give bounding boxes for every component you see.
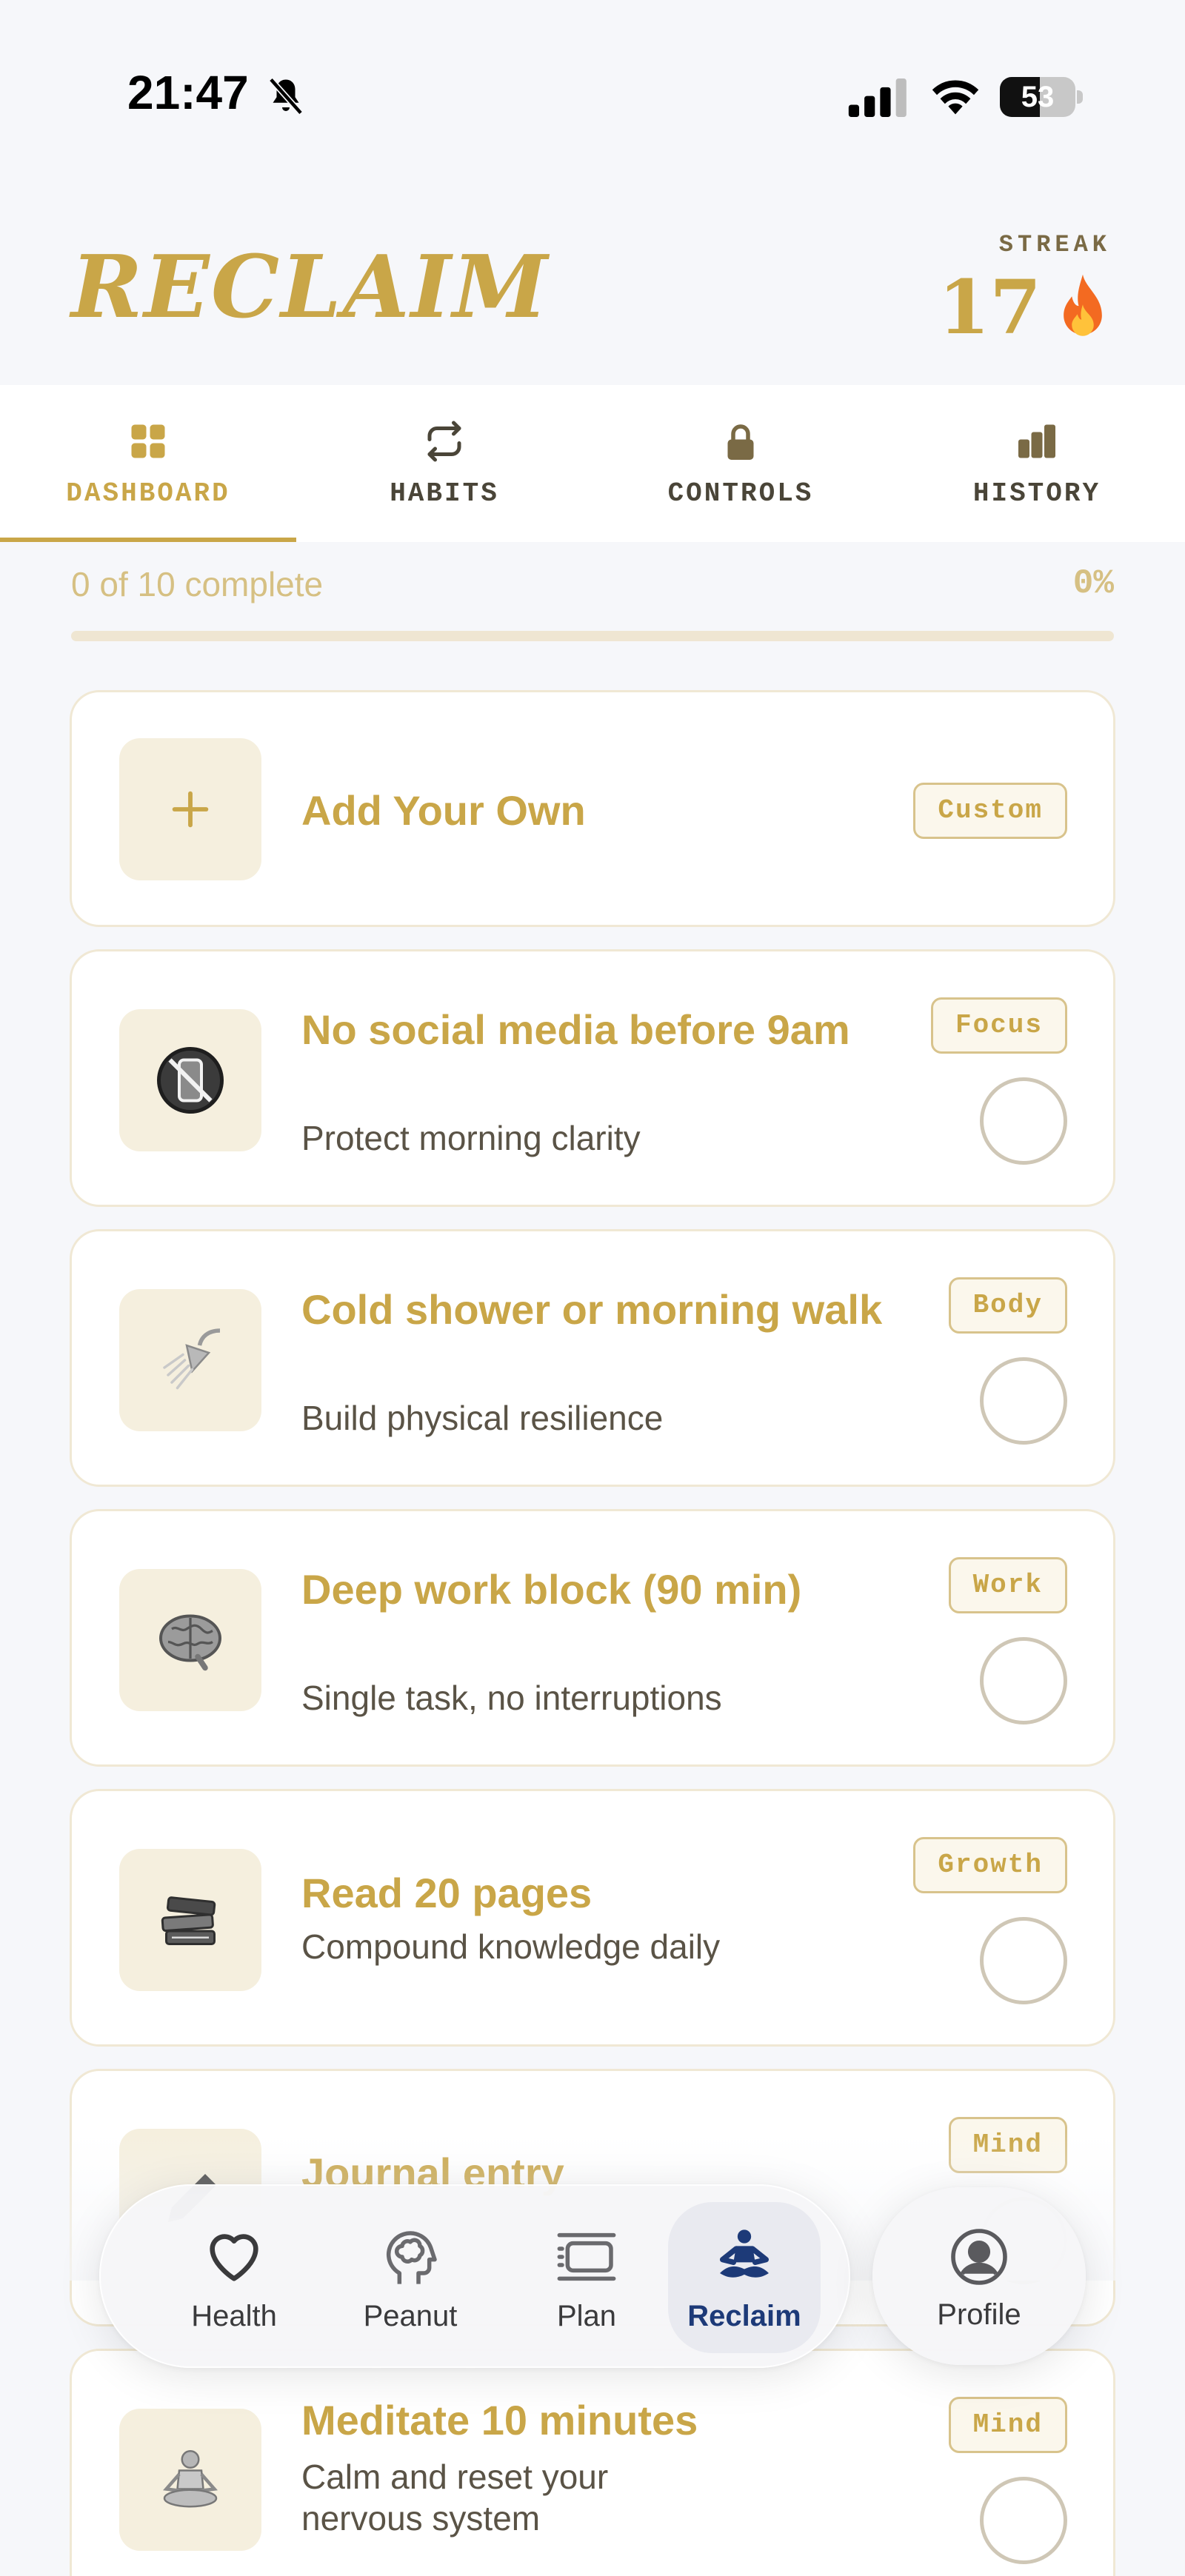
plus-icon <box>172 791 209 828</box>
wifi-icon <box>932 80 979 115</box>
card-subtitle: Calm and reset your nervous system <box>301 2458 609 2537</box>
card-icon-tile <box>119 1849 261 1991</box>
progress-bar <box>71 631 1114 641</box>
card-title: Read 20 pages <box>301 1870 592 1916</box>
card-subtitle: Protect morning clarity <box>301 1119 641 1157</box>
progress-percent: 0% <box>1072 564 1114 603</box>
habit-card[interactable]: Meditate 10 minutes Calm and reset your … <box>70 2349 1115 2576</box>
complete-checkbox[interactable] <box>980 1637 1067 1724</box>
tab-label: CONTROLS <box>667 478 814 509</box>
card-icon-tile <box>119 1569 261 1711</box>
card-title: Cold shower or morning walk <box>301 1286 883 1333</box>
grid-icon <box>131 424 165 458</box>
plan-icon <box>557 2232 616 2281</box>
nav-label: Plan <box>556 2300 617 2332</box>
category-badge: Work <box>948 1557 1067 1613</box>
category-badge: Mind <box>948 2117 1067 2173</box>
section-tabs: DASHBOARD HABITS CONTROLS HISTORY <box>0 385 1185 542</box>
nav-reclaim[interactable]: Reclaim <box>670 2186 818 2369</box>
meditation-figure-icon <box>720 2229 769 2278</box>
card-subtitle: Compound knowledge daily <box>301 1927 721 1966</box>
heart-icon <box>210 2234 258 2281</box>
tab-dashboard[interactable]: DASHBOARD <box>0 385 296 542</box>
complete-checkbox[interactable] <box>980 1917 1067 2004</box>
card-title: Add Your Own <box>301 787 586 834</box>
card-subtitle: Build physical resilience <box>301 1399 664 1437</box>
lock-icon <box>727 424 754 460</box>
card-icon-tile <box>119 1009 261 1151</box>
meditation-icon <box>163 2450 218 2508</box>
brain-icon <box>159 1614 221 1671</box>
bottom-navigation: Health Peanut Plan Reclaim <box>99 2184 850 2368</box>
card-subtitle: Single task, no interruptions <box>301 1679 722 1717</box>
tab-controls[interactable]: CONTROLS <box>592 385 889 542</box>
head-brain-icon <box>386 2231 437 2284</box>
card-icon-tile <box>119 1289 261 1431</box>
battery-text: 53 <box>1021 81 1055 113</box>
tab-label: DASHBOARD <box>66 478 230 509</box>
card-icon-tile <box>119 738 261 880</box>
tab-habits[interactable]: HABITS <box>296 385 592 542</box>
progress-text: 0 of 10 complete <box>71 565 324 603</box>
person-circle-icon <box>951 2229 1007 2285</box>
app-title: RECLAIM <box>71 237 550 338</box>
category-badge: Growth <box>913 1837 1067 1893</box>
habit-card[interactable]: Deep work block (90 min) Single task, no… <box>70 1509 1115 1767</box>
nav-label: Profile <box>937 2298 1021 2331</box>
status-bar: 21:47 53 <box>0 0 1185 163</box>
nav-peanut[interactable]: Peanut <box>336 2186 484 2369</box>
category-badge: Custom <box>913 783 1067 839</box>
category-badge: Mind <box>948 2397 1067 2453</box>
no-phone-icon <box>157 1047 224 1114</box>
repeat-icon <box>427 421 461 462</box>
books-icon <box>161 1896 216 1945</box>
add-custom-habit-card[interactable]: Add Your Own Custom <box>70 690 1115 927</box>
bar-chart-icon <box>1018 424 1055 458</box>
nav-profile[interactable]: Profile <box>872 2187 1086 2365</box>
habit-card[interactable]: Cold shower or morning walk Build physic… <box>70 1229 1115 1487</box>
complete-checkbox[interactable] <box>980 1077 1067 1165</box>
shower-icon <box>163 1328 221 1390</box>
tab-history[interactable]: HISTORY <box>889 385 1185 542</box>
nav-plan[interactable]: Plan <box>513 2186 661 2369</box>
category-badge: Body <box>948 1277 1067 1334</box>
tab-label: HISTORY <box>972 478 1101 509</box>
streak-number: 17 <box>938 264 1041 351</box>
card-icon-tile <box>119 2409 261 2551</box>
streak-label: STREAK <box>998 231 1111 258</box>
complete-checkbox[interactable] <box>980 1357 1067 1445</box>
habit-card[interactable]: Read 20 pages Compound knowledge daily G… <box>70 1789 1115 2047</box>
nav-health[interactable]: Health <box>160 2186 308 2369</box>
card-title: Meditate 10 minutes <box>301 2397 698 2443</box>
cellular-signal-icon <box>848 78 907 117</box>
habit-card[interactable]: No social media before 9am Protect morni… <box>70 949 1115 1207</box>
nav-label: Reclaim <box>687 2300 801 2332</box>
battery-indicator: 53 <box>1000 77 1083 117</box>
category-badge: Focus <box>930 997 1067 1054</box>
complete-checkbox[interactable] <box>980 2477 1067 2564</box>
status-time: 21:47 <box>127 66 249 119</box>
flame-icon <box>1064 274 1102 336</box>
tab-label: HABITS <box>390 478 499 509</box>
bell-slash-icon <box>269 77 303 116</box>
nav-label: Health <box>191 2300 277 2332</box>
nav-label: Peanut <box>363 2300 458 2332</box>
card-title: No social media before 9am <box>301 1006 850 1053</box>
card-title: Deep work block (90 min) <box>301 1566 802 1613</box>
streak-counter: 17 <box>938 264 1111 351</box>
